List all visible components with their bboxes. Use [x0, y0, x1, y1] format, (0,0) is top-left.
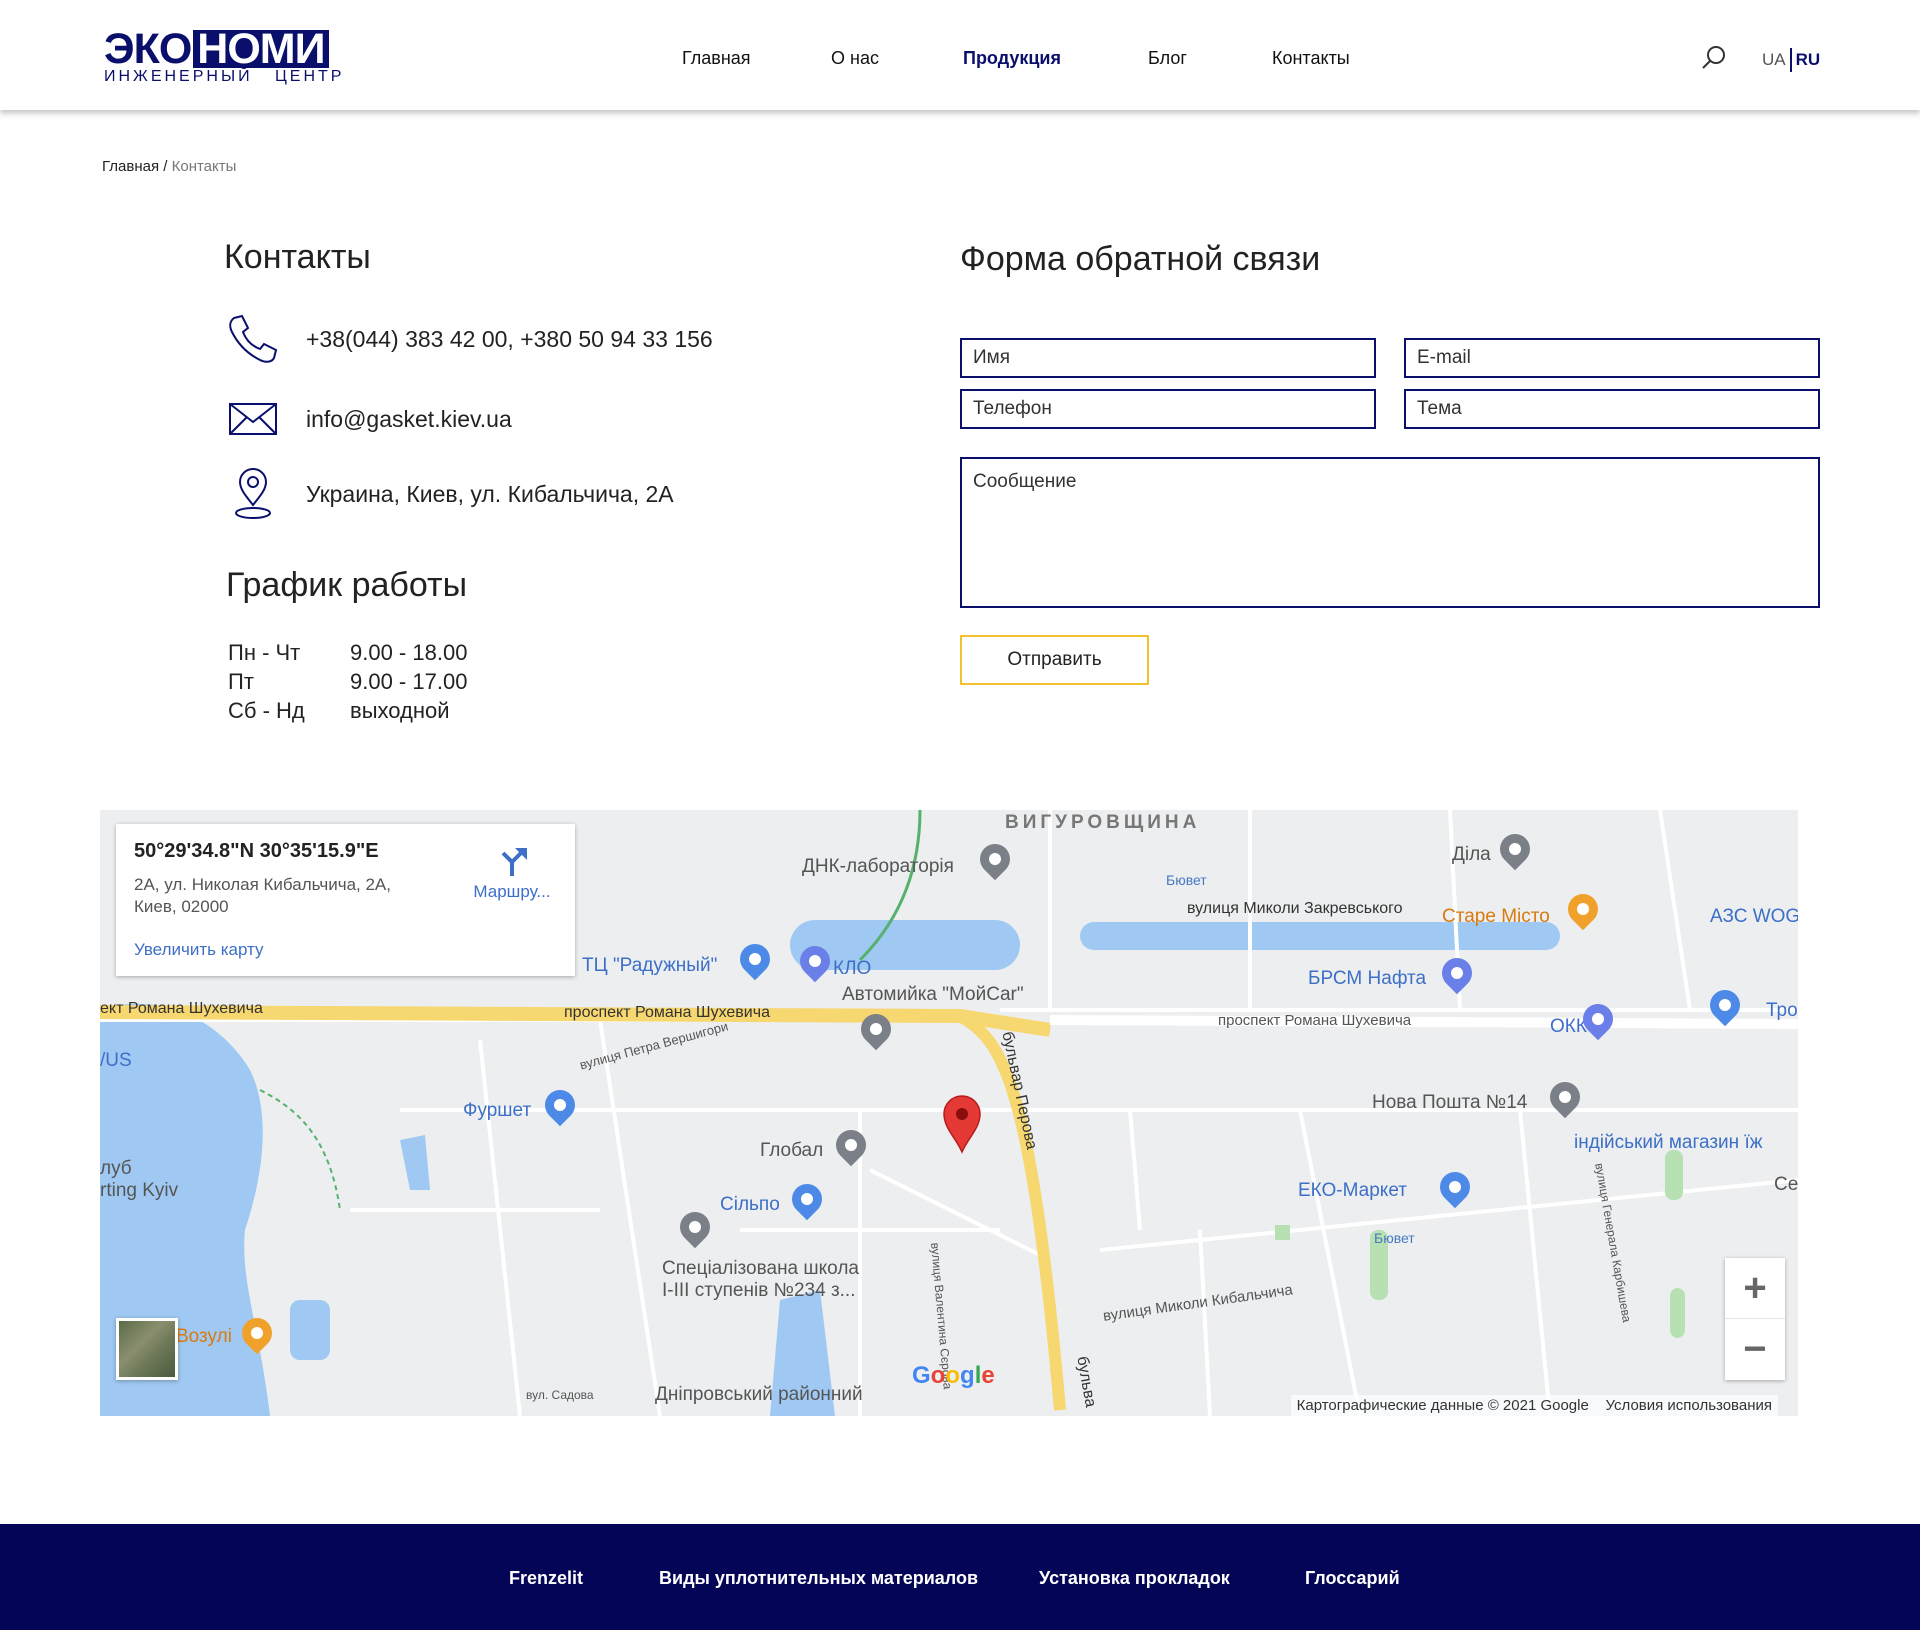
- contact-phone[interactable]: +38(044) 383 42 00, +380 50 94 33 156: [306, 326, 713, 353]
- map-label-global[interactable]: Глобал: [760, 1140, 823, 1162]
- map-label-azs[interactable]: АЗС WOG: [1710, 906, 1798, 928]
- map-info-box: 50°29'34.8"N 30°35'15.9"E 2А, ул. Никола…: [116, 824, 575, 976]
- form-title: Форма обратной связи: [960, 240, 1321, 278]
- subject-field[interactable]: Тема: [1404, 389, 1820, 429]
- footer-link-installation[interactable]: Установка прокладок: [1039, 1568, 1230, 1589]
- zoom-in-button[interactable]: +: [1725, 1258, 1785, 1319]
- phone-icon: [224, 310, 282, 368]
- site-header: ЭКО НОМИ ИНЖЕНЕРНЫЙ ЦЕНТР Главная О нас …: [0, 0, 1920, 110]
- map-label-school-1[interactable]: Спеціалізована школа: [662, 1258, 859, 1280]
- map-terms-link[interactable]: Условия использования: [1606, 1397, 1773, 1414]
- contact-phone-row: +38(044) 383 42 00, +380 50 94 33 156: [224, 310, 713, 368]
- map-label-brsm[interactable]: БРСМ Нафта: [1308, 968, 1426, 990]
- map-label-moycar[interactable]: Автомийка "МойCar": [842, 984, 1024, 1006]
- zoom-control: + −: [1725, 1258, 1785, 1380]
- schedule-days: Сб - Нд: [228, 698, 305, 723]
- lang-ua[interactable]: UA: [1762, 50, 1786, 70]
- map-label-zakrevskoho: вулиця Миколи Закревського: [1187, 900, 1403, 917]
- search-icon[interactable]: [1700, 44, 1728, 72]
- location-marker-icon[interactable]: [940, 1094, 984, 1154]
- nav-home[interactable]: Главная: [682, 48, 751, 69]
- google-map[interactable]: ВИГУРОВЩИНА ДНК-лабораторія Діла Бювет в…: [100, 810, 1798, 1416]
- breadcrumb-home[interactable]: Главная: [102, 158, 159, 175]
- site-footer: Frenzelit Виды уплотнительных материалов…: [0, 1524, 1920, 1630]
- logo-subtitle: ИНЖЕНЕРНЫЙ ЦЕНТР: [104, 68, 345, 85]
- breadcrumb: Главная / Контакты: [102, 158, 236, 175]
- schedule-days: Пт: [228, 669, 254, 694]
- map-attribution: Картографические данные © 2021 Google Ус…: [1290, 1395, 1778, 1416]
- map-label-eko[interactable]: ЕКО-Маркет: [1298, 1180, 1407, 1202]
- nav-products[interactable]: Продукция: [963, 48, 1061, 69]
- map-label-klo[interactable]: КЛО: [833, 958, 871, 980]
- directions-label: Маршру...: [473, 882, 551, 901]
- map-label-silpo[interactable]: Сільпо: [720, 1194, 780, 1216]
- schedule-hours: 9.00 - 18.00: [350, 640, 468, 665]
- map-label-club: луб: [100, 1158, 132, 1179]
- email-field[interactable]: E-mail: [1404, 338, 1820, 378]
- schedule-row: Сб - Нд выходной: [228, 696, 467, 725]
- contact-email[interactable]: info@gasket.kiev.ua: [306, 406, 512, 433]
- breadcrumb-current: Контакты: [171, 158, 237, 175]
- schedule-days: Пн - Чт: [228, 640, 301, 665]
- main-nav: Главная О нас Продукция Блог Контакты: [0, 48, 1920, 70]
- location-pin-icon: [224, 465, 282, 523]
- directions-button[interactable]: Маршру...: [462, 844, 562, 902]
- map-label-district: ВИГУРОВЩИНА: [1005, 812, 1201, 833]
- map-label-sadova: вул. Садова: [526, 1388, 594, 1402]
- schedule-row: Пн - Чт 9.00 - 18.00: [228, 638, 467, 667]
- nav-about[interactable]: О нас: [831, 48, 879, 69]
- contact-email-row: info@gasket.kiev.ua: [224, 390, 512, 448]
- nav-contacts[interactable]: Контакты: [1272, 48, 1350, 69]
- name-field[interactable]: Имя: [960, 338, 1376, 378]
- directions-icon: [501, 848, 527, 876]
- map-label-nova-poshta[interactable]: Нова Пошта №14: [1372, 1092, 1527, 1114]
- footer-link-materials[interactable]: Виды уплотнительных материалов: [659, 1568, 978, 1589]
- map-label-street-left: ект Романа Шухевича: [100, 1000, 263, 1017]
- breadcrumb-separator: /: [159, 158, 172, 175]
- satellite-toggle[interactable]: [116, 1318, 178, 1380]
- map-coordinates: 50°29'34.8"N 30°35'15.9"E: [134, 840, 379, 862]
- map-label-street-main: проспект Романа Шухевича: [564, 1004, 770, 1021]
- map-label-stare-misto[interactable]: Старе Місто: [1442, 906, 1550, 928]
- contact-address: Украина, Киев, ул. Кибальчича, 2А: [306, 480, 674, 507]
- schedule-row: Пт 9.00 - 17.00: [228, 667, 467, 696]
- message-textarea[interactable]: Сообщение: [960, 457, 1820, 608]
- map-address: 2А, ул. Николая Кибальчича, 2А, Киев, 02…: [134, 875, 391, 916]
- language-switcher: UA RU: [1762, 48, 1820, 72]
- map-label-biuvet: Бювет: [1166, 872, 1207, 888]
- map-label-sporting: rting Kyiv: [100, 1180, 179, 1201]
- map-label-raduzhny[interactable]: ТЦ "Радужный": [582, 955, 717, 977]
- google-logo: Google: [912, 1362, 995, 1389]
- map-label-street-right: проспект Романа Шухевича: [1218, 1012, 1412, 1029]
- map-label-biuvet-2: Бювет: [1374, 1230, 1415, 1246]
- nav-blog[interactable]: Блог: [1148, 48, 1187, 69]
- phone-field[interactable]: Телефон: [960, 389, 1376, 429]
- map-label-troe[interactable]: Троєщ: [1766, 1000, 1798, 1022]
- schedule-table: Пн - Чт 9.00 - 18.00 Пт 9.00 - 17.00 Сб - …: [228, 638, 467, 725]
- envelope-icon: [224, 390, 282, 448]
- schedule-title: График работы: [226, 566, 468, 604]
- lang-divider: [1789, 48, 1792, 72]
- map-label-vus: /US: [100, 1050, 132, 1071]
- map-label-furshet[interactable]: Фуршет: [463, 1100, 531, 1122]
- map-label-dila[interactable]: Діла: [1452, 844, 1491, 866]
- map-label-school-2[interactable]: I-III ступенів №234 з...: [662, 1280, 856, 1302]
- map-label-indian[interactable]: індійський магазин їж: [1574, 1132, 1762, 1154]
- submit-button[interactable]: Отправить: [960, 635, 1149, 685]
- contacts-title: Контакты: [224, 238, 371, 276]
- map-label-se: Се: [1774, 1174, 1798, 1195]
- footer-link-glossary[interactable]: Глоссарий: [1305, 1568, 1400, 1589]
- map-label-dnk[interactable]: ДНК-лабораторія: [802, 856, 954, 878]
- lang-ru[interactable]: RU: [1796, 50, 1821, 70]
- contact-address-row: Украина, Киев, ул. Кибальчича, 2А: [224, 465, 674, 523]
- map-label-vozuli[interactable]: Возулі: [176, 1326, 232, 1348]
- schedule-hours: выходной: [350, 698, 450, 723]
- footer-link-frenzelit[interactable]: Frenzelit: [509, 1568, 583, 1589]
- zoom-out-button[interactable]: −: [1725, 1319, 1785, 1380]
- enlarge-map-link[interactable]: Увеличить карту: [134, 940, 264, 960]
- map-data-credit: Картографические данные © 2021 Google: [1296, 1397, 1589, 1414]
- map-label-dnipro: Дніпровський районний: [655, 1384, 863, 1405]
- schedule-hours: 9.00 - 17.00: [350, 669, 468, 694]
